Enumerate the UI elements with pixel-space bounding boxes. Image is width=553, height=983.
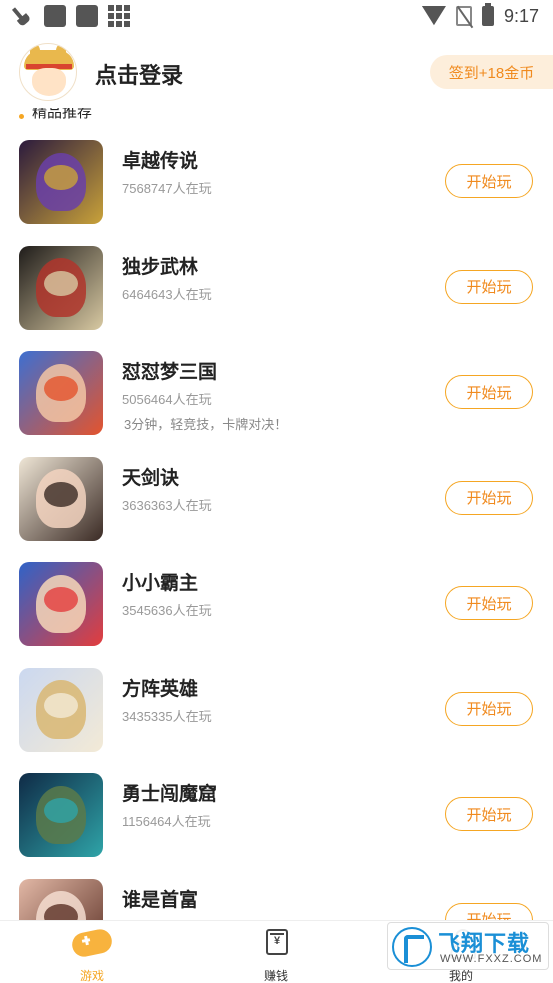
android-debug-icon [44,5,66,27]
nav-tab-earn[interactable]: 赚钱 [226,921,326,983]
game-player-count: 1156464人在玩 [122,814,211,829]
apps-grid-icon [108,5,130,27]
game-player-count: 3636363人在玩 [122,497,212,513]
game-player-count: 3435335人在玩 [122,708,212,724]
android-debug-icon [76,5,98,27]
game-player-count: 7568747人在玩 [122,181,212,196]
battery-charging-icon [481,3,494,26]
game-name: 勇士闯魔窟 [122,784,218,805]
avatar[interactable] [19,43,77,101]
game-name: 独步武林 [122,256,199,278]
game-player-count: 3545636人在玩 [122,603,212,618]
game-name: 天剑诀 [122,467,180,489]
game-icon[interactable] [19,140,103,224]
nav-label-earn: 赚钱 [263,969,288,983]
game-player-count: 5056464人在玩 [122,392,212,407]
game-list-item[interactable]: 谁是首富1056464人在玩开始玩 [0,859,553,920]
game-list[interactable]: 卓越传说 7568747人在玩 开始玩 独步武林 6464643人在玩 开始玩 怼怼梦三国 5… [0,120,553,920]
game-list-item[interactable]: 卓越传说 7568747人在玩 开始玩 [0,120,553,225]
start-play-button[interactable]: 开始玩 [445,375,533,409]
section-header: 精品推荐 [0,108,553,120]
game-name: 方阵英雄 [122,678,199,700]
start-play-button[interactable]: 开始玩 [445,902,533,920]
game-name: 谁是首富 [122,889,199,911]
nav-tab-games[interactable]: 游戏 [42,921,142,983]
game-list-item[interactable]: 天剑诀 3636363人在玩 开始玩 [0,437,553,542]
checkin-button[interactable]: 签到+18金币 [430,55,553,89]
login-link[interactable]: 点击登录 [95,58,183,90]
game-list-item[interactable]: 独步武林 6464643人在玩 开始玩 [0,226,553,331]
game-list-item[interactable]: 小小霸主 3545636人在玩 开始玩 [0,542,553,647]
game-icon[interactable] [19,773,103,857]
wallet-yen-icon [266,929,288,955]
start-play-button[interactable]: 开始玩 [445,691,533,726]
status-bar: 9:17 [0,0,553,32]
game-player-count: 6464643人在玩 [122,286,212,302]
game-name: 怼怼梦三国 [122,362,218,383]
section-title: 精品推荐 [32,108,93,120]
start-play-button[interactable]: 开始玩 [445,269,533,304]
start-play-button[interactable]: 开始玩 [445,164,533,198]
no-sim-icon [455,6,472,26]
game-list-item[interactable]: 勇士闯魔窟 1156464人在玩 开始玩 [0,753,553,858]
section-dot [19,114,24,119]
start-play-button[interactable]: 开始玩 [445,586,533,620]
gamepad-icon [69,927,115,959]
game-icon[interactable] [19,245,103,330]
watermark: 飞翔下载 WWW.FXXZ.COM [387,922,549,970]
game-icon[interactable] [19,667,103,752]
game-name: 卓越传说 [122,151,199,172]
status-left-icons [12,5,130,27]
watermark-logo-icon [392,927,432,967]
game-icon[interactable] [19,456,103,541]
game-name: 小小霸主 [122,573,199,594]
game-icon[interactable] [19,562,103,646]
game-list-item[interactable]: 怼怼梦三国 5056464人在玩 3分钟，轻竞技，卡牌对决！ 开始玩 [0,331,553,436]
start-play-button[interactable]: 开始玩 [445,480,533,515]
broom-icon [12,5,34,27]
start-play-button[interactable]: 开始玩 [445,797,533,831]
status-right-icons: 9:17 [422,3,539,27]
game-icon[interactable] [19,878,103,920]
wifi-icon [422,6,446,26]
game-description: 3分钟，轻竞技，卡牌对决！ [124,417,288,432]
nav-label-games: 游戏 [79,969,104,983]
watermark-url: WWW.FXXZ.COM [440,953,543,965]
header: 点击登录 签到+18金币 [0,36,553,108]
game-list-item[interactable]: 方阵英雄 3435335人在玩 开始玩 [0,648,553,753]
status-time: 9:17 [503,5,539,26]
game-icon[interactable] [19,351,103,435]
